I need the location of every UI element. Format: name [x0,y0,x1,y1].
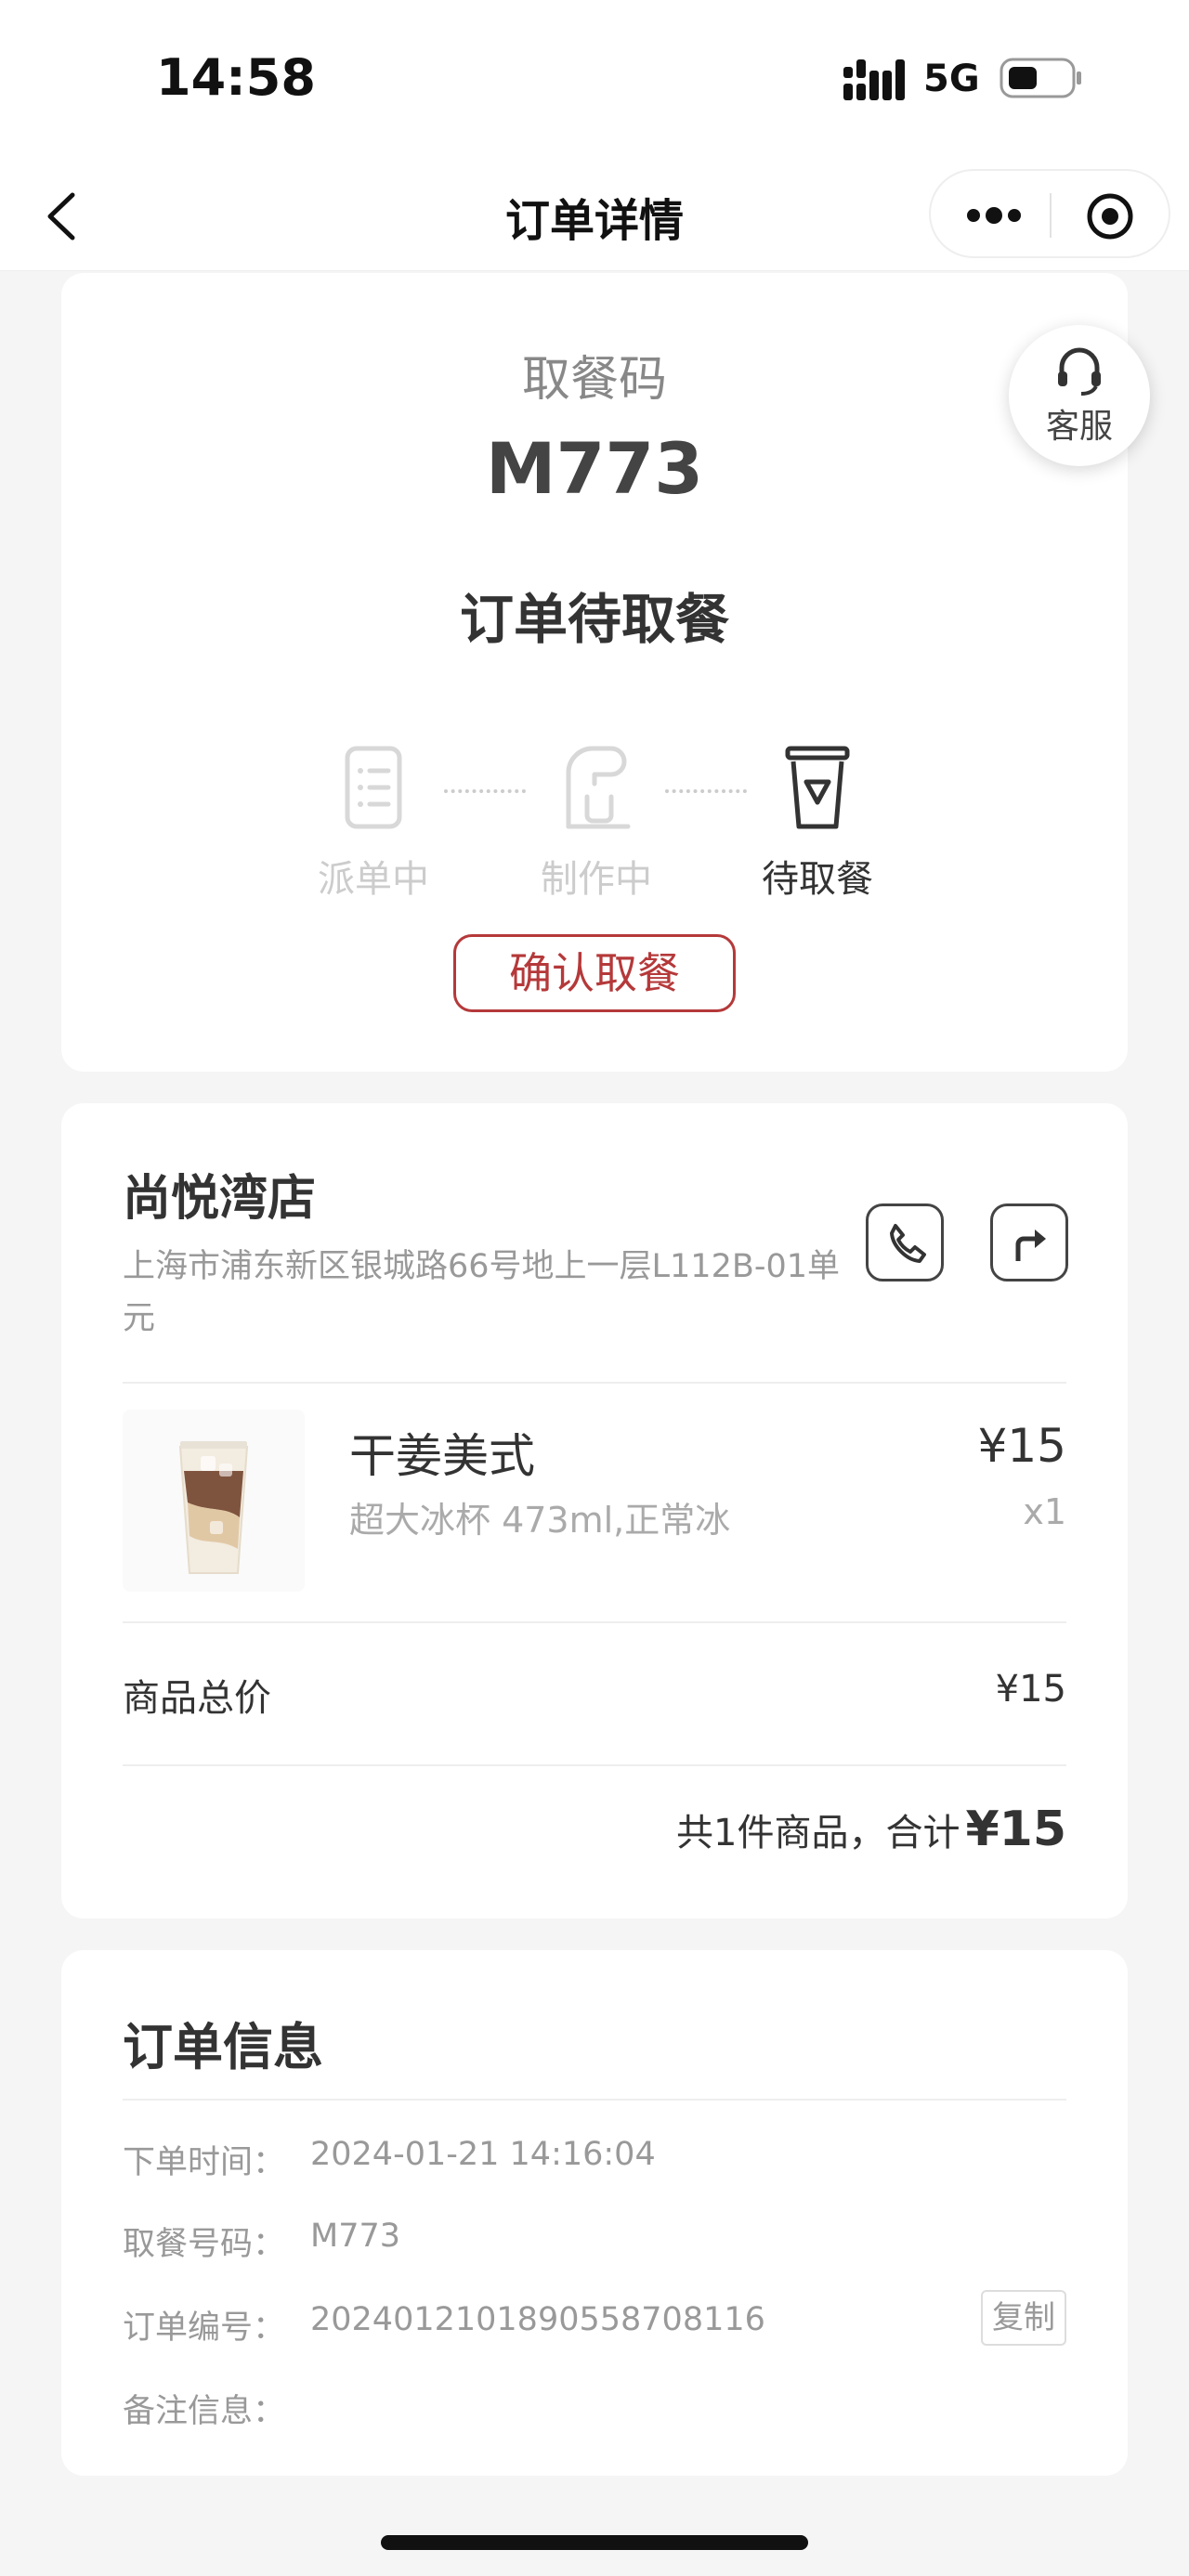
info-row-order-time: 下单时间： 2024-01-21 14:16:04 [123,2136,1066,2182]
info-key: 取餐号码： [123,2226,286,2263]
info-row-pickup-number: 取餐号码： M773 [123,2218,1066,2264]
directions-icon [1015,1229,1046,1261]
headset-icon [1058,347,1101,396]
customer-service-label: 客服 [1045,408,1113,446]
step-label: 待取餐 [762,858,873,901]
product-price: ¥15 [977,1419,1066,1473]
pickup-code: M773 [485,427,704,510]
step-ready: 待取餐 [743,741,892,903]
step-connector [665,789,747,793]
network-type: 5G [923,58,980,100]
call-store-button[interactable] [866,1203,944,1281]
product-quantity: x1 [1023,1491,1066,1532]
store-card: 尚悦湾店 上海市浦东新区银城路66号地上一层L112B-01单元 干姜美式 超大… [61,1103,1128,1919]
pickup-card: 取餐码 M773 订单待取餐 派单中 制作中 待取餐 确认取餐 [61,273,1128,1072]
navigate-button[interactable] [990,1203,1068,1281]
summary-prefix: 共1件商品，合计 [676,1812,960,1854]
product-name: 干姜美式 [349,1429,535,1483]
signal-icon [843,59,905,100]
nav-bar: 订单详情 [0,158,1189,271]
store-name: 尚悦湾店 [123,1171,317,1227]
info-key: 备注信息： [123,2393,286,2430]
subtotal-label: 商品总价 [123,1677,271,1720]
step-dispatching: 派单中 [299,741,448,903]
product-spec: 超大冰杯 473ml,正常冰 [349,1500,731,1541]
order-info-title: 订单信息 [123,2018,323,2076]
info-value: M773 [310,2218,401,2255]
subtotal-value: ¥15 [995,1668,1066,1711]
divider [123,1621,1066,1623]
cup-icon [785,746,850,829]
customer-service-button[interactable]: 客服 [1009,325,1150,466]
info-row-order-number: 订单编号： 20240121018905587081​16 复制 [123,2290,1066,2348]
step-connector [444,789,526,793]
store-address: 上海市浦东新区银城路66号地上一层L112B-01单元 [123,1248,841,1337]
status-time: 14:58 [156,48,316,107]
copy-order-number-button[interactable]: 复制 [981,2290,1066,2346]
info-value: 20240121018905587081​16 [310,2301,765,2338]
close-target-icon[interactable] [1085,191,1135,241]
order-info-card: 订单信息 下单时间： 2024-01-21 14:16:04 取餐号码： M77… [61,1950,1128,2476]
battery-icon [1000,58,1081,98]
phone-icon [890,1224,926,1263]
order-list-icon [345,746,402,829]
step-label: 制作中 [541,858,652,901]
order-status: 订单待取餐 [459,588,729,651]
divider [123,1764,1066,1766]
step-label: 派单中 [318,858,429,901]
more-icon[interactable] [964,199,1024,232]
order-total: ¥15 [965,1802,1066,1857]
info-value: 2024-01-21 14:16:04 [310,2136,656,2173]
capsule-divider [1050,193,1052,238]
product-image [123,1410,305,1592]
info-row-remarks: 备注信息： [123,2385,1066,2431]
divider [123,1382,1066,1384]
home-indicator [381,2535,808,2550]
status-bar: 14:58 5G [0,0,1189,158]
info-key: 订单编号： [123,2309,286,2347]
info-key: 下单时间： [123,2144,286,2181]
confirm-pickup-button[interactable]: 确认取餐 [453,934,736,1012]
divider [123,2099,1066,2101]
mini-program-capsule [929,169,1170,258]
step-making: 制作中 [522,741,671,903]
pickup-code-label: 取餐码 [521,352,667,408]
coffee-machine-icon [566,746,631,829]
order-summary: 共1件商品，合计 ¥15 [676,1802,1066,1857]
iced-coffee-image [178,1441,249,1574]
